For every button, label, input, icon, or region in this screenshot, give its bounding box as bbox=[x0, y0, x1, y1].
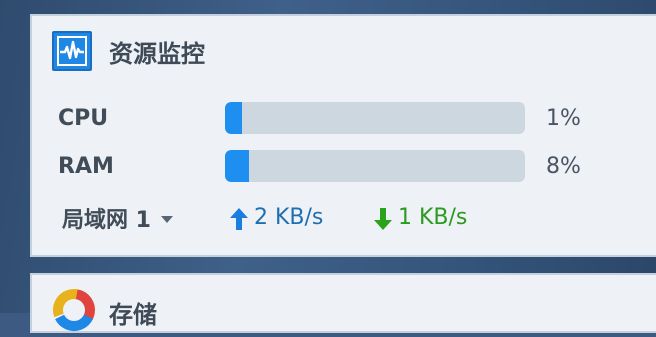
storage-donut-icon bbox=[51, 287, 97, 337]
cpu-usage-value: 1% bbox=[546, 106, 581, 131]
activity-monitor-icon bbox=[52, 31, 92, 71]
network-interface-dropdown[interactable]: 局域网 1 bbox=[62, 202, 173, 234]
download-rate: 1 KB/s bbox=[374, 205, 467, 233]
caret-down-icon bbox=[160, 215, 173, 223]
arrow-up-icon bbox=[230, 208, 248, 236]
cpu-label: CPU bbox=[58, 106, 109, 131]
network-interface-label: 局域网 1 bbox=[62, 208, 151, 233]
ram-usage-bar bbox=[225, 150, 525, 182]
upload-rate-value: 2 KB/s bbox=[254, 205, 324, 230]
widget-title: 资源监控 bbox=[109, 40, 205, 68]
cpu-usage-fill bbox=[225, 102, 242, 134]
ram-usage-value: 8% bbox=[546, 154, 581, 179]
ram-usage-fill bbox=[225, 150, 249, 182]
upload-rate: 2 KB/s bbox=[230, 205, 323, 233]
ram-label: RAM bbox=[58, 154, 114, 179]
cpu-usage-bar bbox=[225, 102, 525, 134]
arrow-down-icon bbox=[374, 208, 392, 236]
resource-monitor-widget: 资源监控 CPU 1% RAM 8% 局域网 1 2 KB/s 1 KB/s bbox=[30, 14, 656, 257]
download-rate-value: 1 KB/s bbox=[398, 205, 468, 230]
storage-widget: 存储 bbox=[30, 273, 656, 333]
